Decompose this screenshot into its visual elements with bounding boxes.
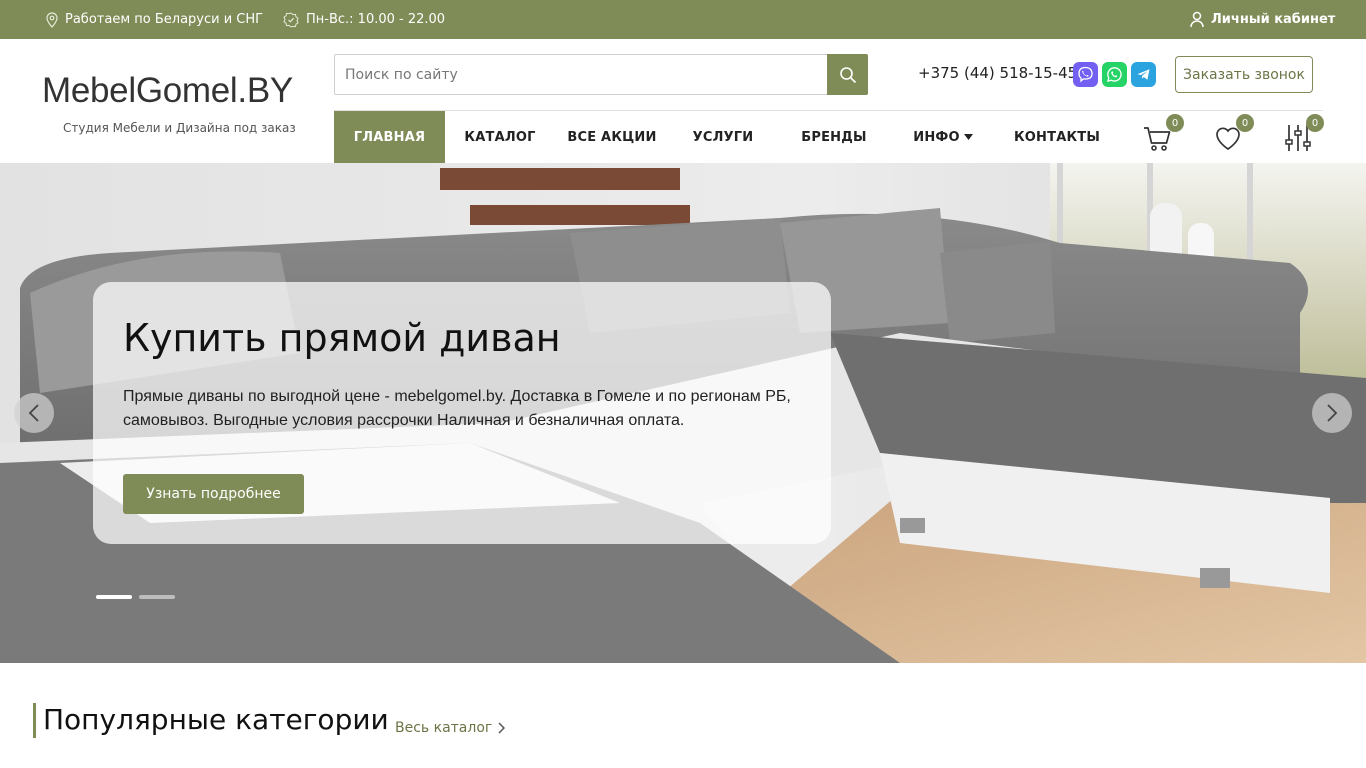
- viber-icon[interactable]: [1073, 62, 1098, 87]
- search-button[interactable]: [827, 54, 868, 95]
- user-icon: [1190, 11, 1204, 28]
- region-info: Работаем по Беларуси и СНГ: [46, 0, 263, 39]
- cart-count: 0: [1166, 114, 1184, 132]
- favorites-count: 0: [1236, 114, 1254, 132]
- learn-more-button[interactable]: Узнать подробнее: [123, 474, 304, 514]
- cart-button[interactable]: 0: [1142, 114, 1184, 156]
- section-title: Популярные категории: [43, 703, 389, 736]
- all-catalog-label: Весь каталог: [395, 720, 493, 736]
- hours-text: Пн-Вс.: 10.00 - 22.00: [306, 12, 446, 27]
- top-bar: Работаем по Беларуси и СНГ Пн-Вс.: 10.00…: [0, 0, 1366, 39]
- slider-prev-button[interactable]: [14, 393, 54, 433]
- search-input[interactable]: [335, 55, 827, 94]
- caret-down-icon: [963, 134, 973, 140]
- hero-card: Купить прямой диван Прямые диваны по выг…: [93, 282, 831, 544]
- account-label[interactable]: Личный кабинет: [1211, 12, 1335, 27]
- header: MebelGomel.BY Студия Мебели и Дизайна по…: [0, 39, 1366, 163]
- nav-item-promotions[interactable]: ВСЕ АКЦИИ: [560, 111, 664, 163]
- hero-title: Купить прямой диван: [123, 316, 561, 360]
- whatsapp-icon[interactable]: [1102, 62, 1127, 87]
- slider-dot-active[interactable]: [96, 595, 132, 599]
- search-icon: [839, 66, 856, 83]
- nav-item-catalog[interactable]: КАТАЛОГ: [456, 111, 544, 163]
- favorites-button[interactable]: 0: [1212, 114, 1254, 156]
- compare-count: 0: [1306, 114, 1324, 132]
- location-pin-icon: [46, 11, 58, 28]
- hours-info: Пн-Вс.: 10.00 - 22.00: [283, 0, 445, 39]
- compare-button[interactable]: 0: [1282, 114, 1324, 156]
- nav-item-contacts[interactable]: КОНТАКТЫ: [1014, 111, 1100, 163]
- nav-item-brands[interactable]: БРЕНДЫ: [790, 111, 878, 163]
- section-accent-bar: [33, 703, 36, 738]
- chevron-right-icon: [1327, 404, 1338, 422]
- chevron-right-icon: [498, 722, 506, 734]
- all-catalog-link[interactable]: Весь каталог: [395, 720, 506, 736]
- phone-number[interactable]: +375 (44) 518-15-45: [918, 64, 1077, 82]
- nav-item-services[interactable]: УСЛУГИ: [680, 111, 766, 163]
- slider-dot[interactable]: [139, 595, 175, 599]
- nav-item-info[interactable]: ИНФО: [908, 111, 978, 163]
- callback-button[interactable]: Заказать звонок: [1175, 56, 1313, 93]
- slider-next-button[interactable]: [1312, 393, 1352, 433]
- site-logo[interactable]: MebelGomel.BY: [42, 71, 293, 111]
- tagline: Студия Мебели и Дизайна под заказ: [63, 121, 296, 135]
- chevron-left-icon: [28, 404, 39, 422]
- clock-badge-icon: [283, 11, 299, 28]
- region-text: Работаем по Беларуси и СНГ: [65, 12, 264, 27]
- nav-item-info-label: ИНФО: [913, 129, 960, 145]
- hero-description: Прямые диваны по выгодной цене - mebelgo…: [123, 388, 791, 429]
- hero-slider: Купить прямой диван Прямые диваны по выг…: [0, 163, 1366, 663]
- account-link[interactable]: Личный кабинет: [1190, 0, 1335, 39]
- nav-item-home[interactable]: ГЛАВНАЯ: [334, 111, 445, 163]
- telegram-icon[interactable]: [1131, 62, 1156, 87]
- search-box: [334, 54, 868, 95]
